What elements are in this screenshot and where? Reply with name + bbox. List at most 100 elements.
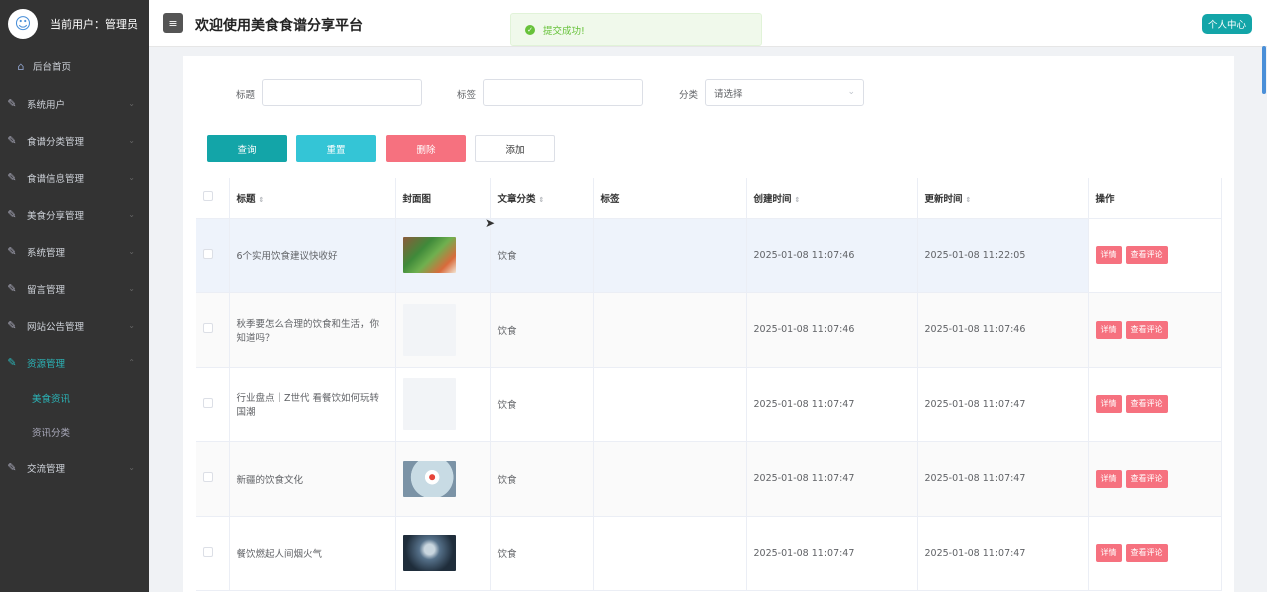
reset-button[interactable]: 重置 [296,135,376,162]
sort-icon[interactable]: ⇕ [539,196,545,204]
sidebar-item-home[interactable]: ⌂ 后台首页 [0,47,149,85]
row-checkbox[interactable] [203,248,213,259]
row-checkbox[interactable] [203,397,213,408]
sidebar-item-label: 系统用户 [27,99,66,111]
sidebar-item-announcements[interactable]: ✎ 网站公告管理 ⌄ [0,307,149,344]
chevron-down-icon: ⌄ [847,87,855,97]
success-toast: ✓ 提交成功! [510,13,762,46]
detail-button[interactable]: 详情 [1095,246,1122,265]
view-comments-button[interactable]: 查看评论 [1125,320,1168,339]
home-icon: ⌂ [17,59,25,73]
row-checkbox[interactable] [203,323,213,334]
edit-icon: ✎ [7,97,17,110]
edit-icon: ✎ [7,245,17,258]
add-button[interactable]: 添加 [475,135,555,162]
scrollbar-handle[interactable] [1262,46,1266,94]
column-header-updated[interactable]: 更新时间 ⇕ [917,178,1089,219]
sidebar-subitem-food-news[interactable]: 美食资讯 [0,381,149,415]
title-filter-input[interactable] [262,79,422,106]
table-row[interactable]: 6个实用饮食建议快收好 饮食 2025-01-08 11:07:46 2025-… [196,218,1222,293]
sort-icon[interactable]: ⇕ [966,196,972,204]
table-row[interactable]: 秋季要怎么合理的饮食和生活，你知道吗？ 饮食 2025-01-08 11:07:… [196,292,1222,368]
delete-button[interactable]: 删除 [386,135,466,162]
profile-button[interactable]: 个人中心 [1201,14,1252,34]
cell-category: 饮食 [490,218,594,293]
row-checkbox[interactable] [203,546,213,557]
cover-image [402,237,456,274]
chevron-down-icon: ⌄ [128,210,135,219]
cell-title: 6个实用饮食建议快收好 [229,218,396,293]
cell-cover [395,218,491,293]
cell-cover [395,367,491,442]
column-header-title[interactable]: 标题 ⇕ [229,178,396,219]
cell-title: 行业盘点｜Z世代 看餐饮如何玩转国潮 [229,367,396,442]
cell-tag [593,292,747,368]
column-header-category[interactable]: 文章分类 ⇕ [490,178,594,219]
detail-button[interactable]: 详情 [1095,395,1122,414]
cell-category: 饮食 [490,441,594,517]
view-comments-button[interactable]: 查看评论 [1125,246,1168,265]
detail-button[interactable]: 详情 [1095,469,1122,488]
row-checkbox[interactable] [203,472,213,483]
cover-image [402,460,456,497]
cell-category: 饮食 [490,367,594,442]
sidebar-item-label: 网站公告管理 [27,321,85,333]
detail-button[interactable]: 详情 [1095,544,1122,563]
select-all-checkbox[interactable] [203,191,213,202]
cell-updated: 2025-01-08 11:22:05 [917,218,1089,293]
sort-icon[interactable]: ⇕ [259,196,265,204]
sidebar-item-label: 资讯分类 [32,428,71,439]
cell-cover [395,292,491,368]
sidebar-item-exchange[interactable]: ✎ 交流管理 ⌄ [0,449,149,486]
sidebar-item-label: 留言管理 [27,284,66,296]
content-card: 标题 标签 分类 请选择 ⌄ 查询 重置 删除 添加 标题 ⇕ 封面图 文章分类… [183,56,1234,592]
table-header-row: 标题 ⇕ 封面图 文章分类 ⇕ 标签 创建时间 ⇕ 更新时间 ⇕ 操作 [196,178,1222,219]
view-comments-button[interactable]: 查看评论 [1125,395,1168,414]
table-row[interactable]: 新疆的饮食文化 饮食 2025-01-08 11:07:47 2025-01-0… [196,441,1222,517]
cell-tag [593,218,747,293]
cover-image [402,535,456,572]
toast-message: 提交成功! [543,25,585,37]
detail-button[interactable]: 详情 [1095,320,1122,339]
cell-tag [593,367,747,442]
column-header-created[interactable]: 创建时间 ⇕ [746,178,918,219]
sidebar-item-recipe-category[interactable]: ✎ 食谱分类管理 ⌄ [0,122,149,159]
menu-toggle-button[interactable]: ≡ [163,13,183,33]
category-select[interactable]: 请选择 ⌄ [705,79,864,106]
cell-updated: 2025-01-08 11:07:47 [917,367,1089,442]
chevron-down-icon: ⌄ [128,321,135,330]
tag-filter-label: 标签 [457,90,477,101]
cell-title: 餐饮燃起人间烟火气 [229,516,396,591]
tag-filter-input[interactable] [483,79,643,106]
sidebar-item-users[interactable]: ✎ 系统用户 ⌄ [0,85,149,122]
cell-tag [593,516,747,591]
sidebar-subitem-news-category[interactable]: 资讯分类 [0,415,149,449]
cell-actions: 详情 查看评论 [1088,367,1222,442]
search-button[interactable]: 查询 [207,135,287,162]
sidebar-item-label: 食谱分类管理 [27,136,85,148]
cell-actions: 详情 查看评论 [1088,516,1222,591]
filter-bar: 标题 标签 分类 请选择 ⌄ [183,79,1234,107]
category-filter-label: 分类 [679,90,699,101]
sidebar-item-system[interactable]: ✎ 系统管理 ⌄ [0,233,149,270]
sidebar-item-resources[interactable]: ✎ 资源管理 ⌃ [0,344,149,381]
cell-actions: 详情 查看评论 [1088,441,1222,517]
view-comments-button[interactable]: 查看评论 [1125,544,1168,563]
sidebar-item-food-share[interactable]: ✎ 美食分享管理 ⌄ [0,196,149,233]
cell-actions: 详情 查看评论 [1088,292,1222,368]
chevron-down-icon: ⌄ [128,99,135,108]
table-row[interactable]: 行业盘点｜Z世代 看餐饮如何玩转国潮 饮食 2025-01-08 11:07:4… [196,367,1222,442]
category-select-value: 请选择 [714,88,743,100]
select-all-cell[interactable] [196,178,230,219]
cell-created: 2025-01-08 11:07:47 [746,367,918,442]
table-row[interactable]: 餐饮燃起人间烟火气 饮食 2025-01-08 11:07:47 2025-01… [196,516,1222,591]
edit-icon: ✎ [7,319,17,332]
sidebar-nav: ⌂ 后台首页 ✎ 系统用户 ⌄ ✎ 食谱分类管理 ⌄ ✎ 食谱信息管理 ⌄ ✎ … [0,47,149,486]
sort-icon[interactable]: ⇕ [795,196,801,204]
sidebar-item-recipe-info[interactable]: ✎ 食谱信息管理 ⌄ [0,159,149,196]
cell-actions: 详情 查看评论 [1088,218,1222,293]
sidebar-item-label: 美食分享管理 [27,210,85,222]
view-comments-button[interactable]: 查看评论 [1125,469,1168,488]
sidebar-item-messages[interactable]: ✎ 留言管理 ⌄ [0,270,149,307]
cell-created: 2025-01-08 11:07:46 [746,292,918,368]
